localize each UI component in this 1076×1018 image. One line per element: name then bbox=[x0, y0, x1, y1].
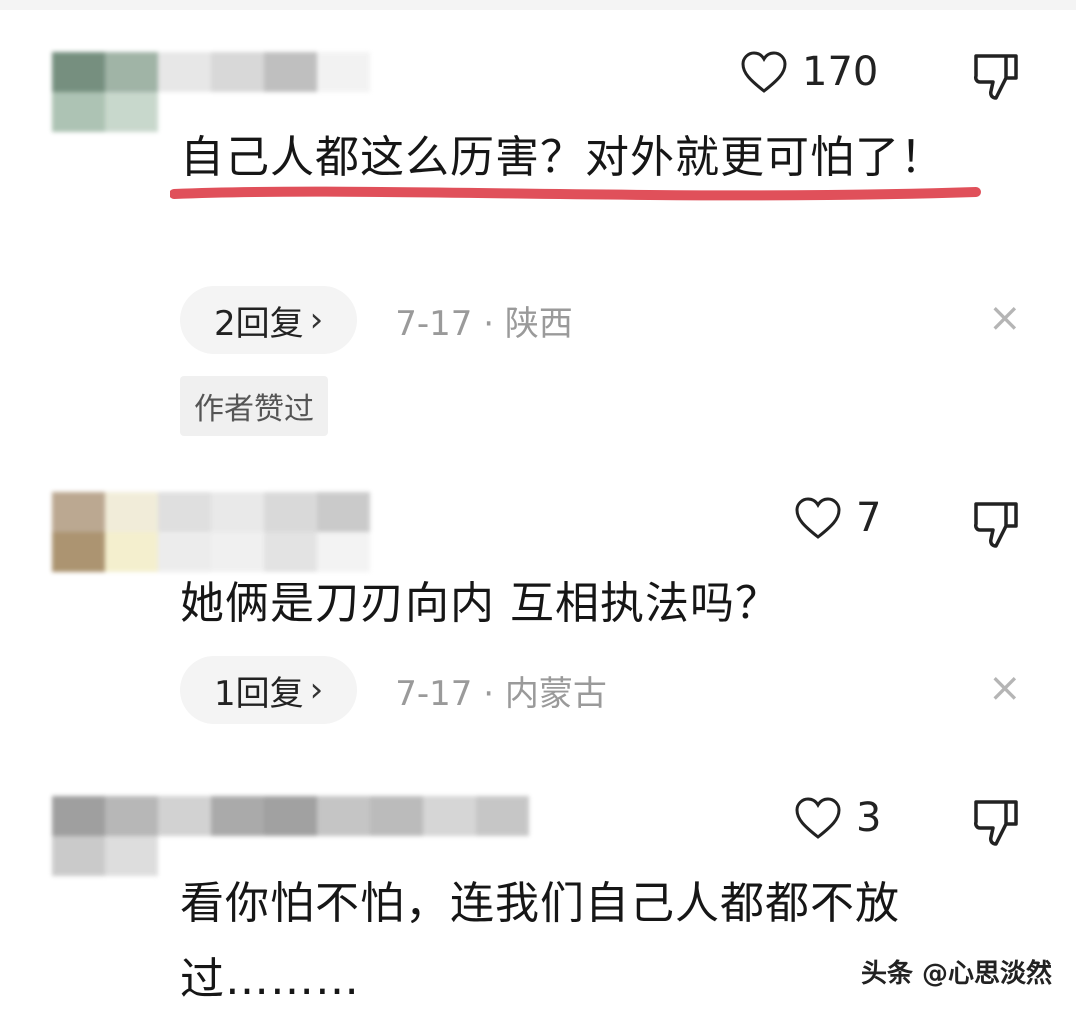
thumbs-down-icon bbox=[972, 54, 1020, 106]
heart-icon bbox=[794, 496, 842, 540]
like-button[interactable]: 7 bbox=[794, 496, 881, 540]
close-icon[interactable]: × bbox=[988, 298, 1022, 338]
top-divider bbox=[0, 0, 1076, 10]
comment-meta: 1回复 › 7-17 · 内蒙古 bbox=[180, 656, 607, 724]
heart-icon bbox=[794, 796, 842, 840]
comment-text: 她俩是刀刃向内 互相执法吗？ bbox=[180, 578, 780, 629]
comment-text: 看你怕不怕，连我们自己人都都不放过……… bbox=[180, 878, 900, 1005]
avatar-blurred[interactable] bbox=[52, 796, 532, 876]
reply-count-button[interactable]: 2回复 › bbox=[180, 286, 358, 354]
like-count: 3 bbox=[856, 795, 882, 841]
like-button[interactable]: 3 bbox=[794, 796, 881, 840]
chevron-right-icon: › bbox=[309, 300, 324, 340]
like-button[interactable]: 170 bbox=[740, 50, 878, 94]
like-count: 7 bbox=[856, 495, 882, 541]
thumbs-down-icon bbox=[972, 800, 1020, 852]
close-icon[interactable]: × bbox=[988, 668, 1022, 708]
author-liked-badge: 作者赞过 bbox=[180, 376, 328, 436]
dislike-button[interactable] bbox=[972, 50, 1020, 106]
dislike-button[interactable] bbox=[972, 498, 1020, 554]
thumbs-down-icon bbox=[972, 502, 1020, 554]
chevron-right-icon: › bbox=[309, 670, 324, 710]
avatar-blurred[interactable] bbox=[52, 492, 372, 572]
red-underline-mark bbox=[170, 186, 981, 201]
watermark: 头条 @心思淡然 bbox=[860, 959, 1052, 989]
time-location: 7-17 · 内蒙古 bbox=[395, 673, 607, 714]
reply-count-button[interactable]: 1回复 › bbox=[180, 656, 358, 724]
heart-icon bbox=[740, 50, 788, 94]
dislike-button[interactable] bbox=[972, 796, 1020, 852]
comment-meta: 2回复 › 7-17 · 陕西 bbox=[180, 286, 573, 354]
time-location: 7-17 · 陕西 bbox=[395, 303, 573, 344]
reply-count-label: 2回复 bbox=[214, 303, 304, 344]
like-count: 170 bbox=[802, 49, 879, 95]
reply-count-label: 1回复 bbox=[214, 673, 304, 714]
